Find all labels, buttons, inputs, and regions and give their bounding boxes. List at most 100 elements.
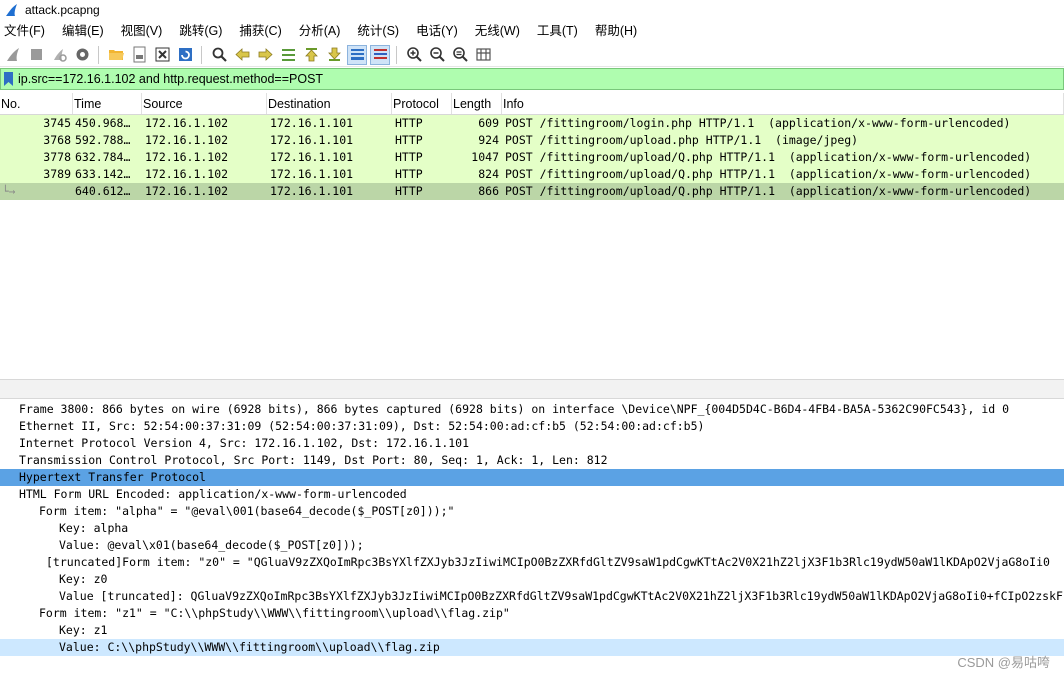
find-icon[interactable] bbox=[209, 45, 229, 65]
packet-destination: 172.16.1.101 bbox=[270, 133, 354, 147]
zoom-out-icon[interactable] bbox=[427, 45, 447, 65]
packet-row[interactable]: 3745 450.968… 172.16.1.102 172.16.1.101 … bbox=[0, 115, 1064, 132]
tree-item-label: HTML Form URL Encoded: application/x-www… bbox=[19, 487, 407, 501]
display-filter-input[interactable] bbox=[15, 69, 1063, 89]
packet-destination: 172.16.1.101 bbox=[270, 167, 354, 181]
zoom-in-icon[interactable] bbox=[404, 45, 424, 65]
menu-telephony[interactable]: 电话(Y) bbox=[413, 21, 461, 42]
column-header-length[interactable]: Length bbox=[452, 93, 502, 114]
column-header-source[interactable]: Source bbox=[142, 93, 267, 114]
tree-item-form-z0[interactable]: ⌄ [truncated]Form item: "z0" = "QGluaV9z… bbox=[0, 554, 1064, 571]
open-folder-icon[interactable] bbox=[106, 45, 126, 65]
tree-item-label: Value [truncated]: QGluaV9zZXQoImRpc3BsY… bbox=[59, 589, 1063, 603]
packet-info: POST /fittingroom/upload.php HTTP/1.1 (i… bbox=[505, 133, 859, 147]
tree-item-http[interactable]: › Hypertext Transfer Protocol bbox=[0, 469, 1064, 486]
tree-item-label: Key: alpha bbox=[59, 521, 129, 535]
tree-item-label: Ethernet II, Src: 52:54:00:37:31:09 (52:… bbox=[19, 419, 705, 433]
packet-protocol: HTTP bbox=[395, 150, 423, 164]
zoom-normal-icon[interactable] bbox=[450, 45, 470, 65]
tree-item-tcp[interactable]: › Transmission Control Protocol, Src Por… bbox=[0, 452, 1064, 469]
column-header-protocol[interactable]: Protocol bbox=[392, 93, 452, 114]
tree-item-value[interactable]: Value [truncated]: QGluaV9zZXQoImRpc3BsY… bbox=[0, 588, 1064, 605]
back-arrow-icon[interactable] bbox=[232, 45, 252, 65]
tree-item-ethernet[interactable]: › Ethernet II, Src: 52:54:00:37:31:09 (5… bbox=[0, 418, 1064, 435]
packet-length: 824 bbox=[478, 167, 499, 181]
go-to-packet-icon[interactable] bbox=[278, 45, 298, 65]
tree-item-value-selected[interactable]: Value: C:\\phpStudy\\WWW\\fittingroom\\u… bbox=[0, 639, 1064, 656]
title-bar: attack.pcapng bbox=[0, 0, 1064, 20]
packet-protocol: HTTP bbox=[395, 184, 423, 198]
first-packet-icon[interactable] bbox=[301, 45, 321, 65]
bookmark-icon[interactable] bbox=[1, 69, 15, 89]
menu-wireless[interactable]: 无线(W) bbox=[472, 21, 523, 42]
menu-help[interactable]: 帮助(H) bbox=[592, 21, 640, 42]
packet-source: 172.16.1.102 bbox=[145, 184, 229, 198]
tree-item-label: Form item: "alpha" = "@eval\001(base64_d… bbox=[39, 504, 455, 518]
tree-item-key[interactable]: Key: alpha bbox=[0, 520, 1064, 537]
tree-item-frame[interactable]: › Frame 3800: 866 bytes on wire (6928 bi… bbox=[0, 401, 1064, 418]
related-packet-icon: └→ bbox=[2, 185, 16, 198]
packet-time: 632.784… bbox=[75, 150, 131, 164]
menu-tools[interactable]: 工具(T) bbox=[534, 21, 581, 42]
tree-item-value[interactable]: Value: @eval\x01(base64_decode($_POST[z0… bbox=[0, 537, 1064, 554]
menu-go[interactable]: 跳转(G) bbox=[176, 21, 225, 42]
file-icon[interactable] bbox=[129, 45, 149, 65]
column-header-destination[interactable]: Destination bbox=[267, 93, 392, 114]
resize-columns-icon[interactable] bbox=[473, 45, 493, 65]
menu-file[interactable]: 文件(F) bbox=[1, 21, 48, 42]
column-header-no[interactable]: No. bbox=[0, 93, 73, 114]
packet-protocol: HTTP bbox=[395, 116, 423, 130]
forward-arrow-icon[interactable] bbox=[255, 45, 275, 65]
autoscroll-icon[interactable] bbox=[347, 44, 367, 65]
menu-statistics[interactable]: 统计(S) bbox=[354, 21, 402, 42]
tree-item-key[interactable]: Key: z0 bbox=[0, 571, 1064, 588]
toolbar-separator bbox=[396, 45, 397, 64]
packet-source: 172.16.1.102 bbox=[145, 150, 229, 164]
tree-item-ipv4[interactable]: › Internet Protocol Version 4, Src: 172.… bbox=[0, 435, 1064, 452]
display-filter-bar bbox=[0, 68, 1064, 90]
column-header-time[interactable]: Time bbox=[73, 93, 142, 114]
packet-row[interactable]: 3778 632.784… 172.16.1.102 172.16.1.101 … bbox=[0, 149, 1064, 166]
toolbar-separator bbox=[98, 45, 99, 64]
tree-item-form-z1[interactable]: ⌄ Form item: "z1" = "C:\\phpStudy\\WWW\\… bbox=[0, 605, 1064, 622]
last-packet-icon[interactable] bbox=[324, 45, 344, 65]
tree-item-label: Transmission Control Protocol, Src Port:… bbox=[19, 453, 608, 467]
column-header-info[interactable]: Info bbox=[502, 93, 1064, 114]
tree-item-label: Value: @eval\x01(base64_decode($_POST[z0… bbox=[59, 538, 364, 552]
tree-item-label: Internet Protocol Version 4, Src: 172.16… bbox=[19, 436, 470, 450]
stop-icon[interactable] bbox=[26, 45, 46, 65]
reload-icon[interactable] bbox=[175, 45, 195, 65]
packet-protocol: HTTP bbox=[395, 133, 423, 147]
colorize-icon[interactable] bbox=[370, 44, 390, 65]
watermark: CSDN @易咕咵 bbox=[957, 655, 1050, 670]
tree-item-form-alpha[interactable]: ⌄ Form item: "alpha" = "@eval\001(base64… bbox=[0, 503, 1064, 520]
menu-capture[interactable]: 捕获(C) bbox=[236, 21, 284, 42]
packet-row[interactable]: 3789 633.142… 172.16.1.102 172.16.1.101 … bbox=[0, 166, 1064, 183]
options-gear-icon[interactable] bbox=[72, 45, 92, 65]
packet-no: 3745 bbox=[43, 116, 71, 130]
wireshark-fin-icon bbox=[6, 4, 17, 16]
tree-item-form-urlencoded[interactable]: ⌄ HTML Form URL Encoded: application/x-w… bbox=[0, 486, 1064, 503]
packet-row[interactable]: 3768 592.788… 172.16.1.102 172.16.1.101 … bbox=[0, 132, 1064, 149]
tree-item-label: Key: z0 bbox=[59, 572, 108, 586]
packet-row-selected[interactable]: └→ 3800 640.612… 172.16.1.102 172.16.1.1… bbox=[0, 183, 1064, 200]
restart-icon[interactable] bbox=[49, 45, 69, 65]
tree-item-label: Value: C:\\phpStudy\\WWW\\fittingroom\\u… bbox=[59, 640, 440, 654]
packet-time: 633.142… bbox=[75, 167, 131, 181]
tree-item-label: Form item: "z1" = "C:\\phpStudy\\WWW\\fi… bbox=[39, 606, 510, 620]
packet-length: 924 bbox=[478, 133, 499, 147]
pane-splitter[interactable] bbox=[0, 379, 1064, 399]
shark-fin-start-icon[interactable] bbox=[3, 45, 23, 65]
packet-source: 172.16.1.102 bbox=[145, 167, 229, 181]
menu-edit[interactable]: 编辑(E) bbox=[59, 21, 107, 42]
packet-protocol: HTTP bbox=[395, 167, 423, 181]
menu-view[interactable]: 视图(V) bbox=[118, 21, 166, 42]
packet-source: 172.16.1.102 bbox=[145, 133, 229, 147]
menu-analyze[interactable]: 分析(A) bbox=[296, 21, 344, 42]
tree-item-label: Hypertext Transfer Protocol bbox=[19, 470, 206, 484]
packet-length: 609 bbox=[478, 116, 499, 130]
close-file-icon[interactable] bbox=[152, 45, 172, 65]
tree-item-label: [truncated]Form item: "z0" = "QGluaV9zZX… bbox=[46, 555, 1050, 569]
packet-info: POST /fittingroom/upload/Q.php HTTP/1.1 … bbox=[505, 167, 1032, 181]
tree-item-key[interactable]: Key: z1 bbox=[0, 622, 1064, 639]
